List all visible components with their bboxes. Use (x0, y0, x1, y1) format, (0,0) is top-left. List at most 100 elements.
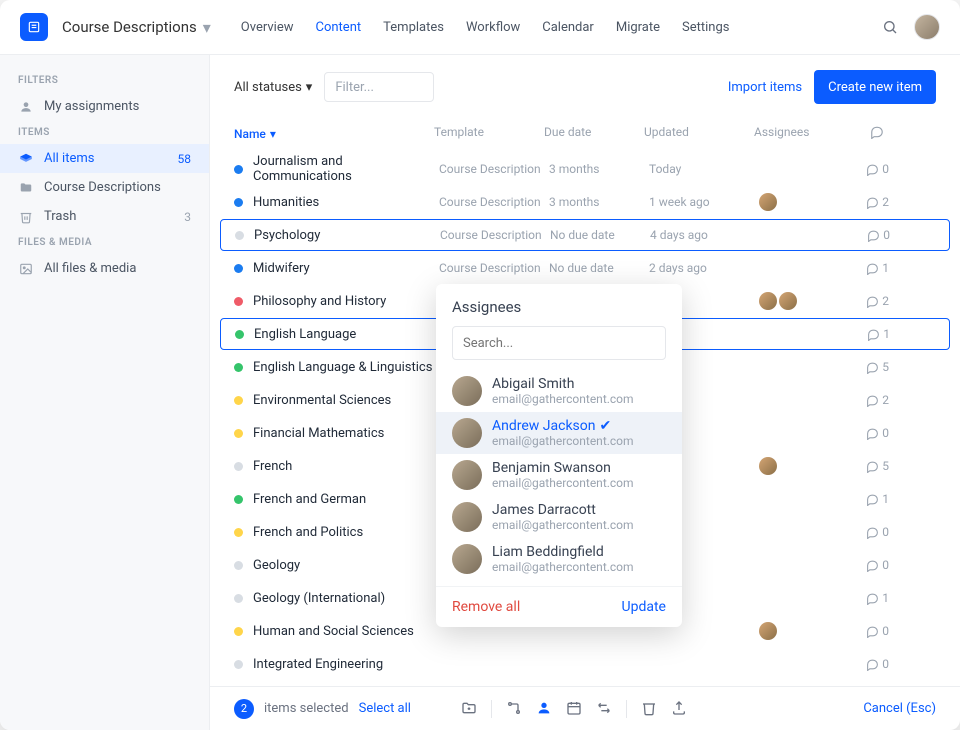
status-dot (235, 330, 244, 339)
column-assignees[interactable]: Assignees (754, 125, 844, 142)
sidebar-item-my-assignments[interactable]: My assignments (0, 92, 209, 121)
row-comments[interactable]: 5 (849, 459, 889, 473)
row-template: Course Description (439, 195, 549, 209)
row-name: Geology (253, 558, 439, 573)
calendar-icon[interactable] (566, 700, 582, 718)
row-template: Course Description (440, 228, 550, 242)
sidebar-item-label: My assignments (44, 99, 139, 114)
remove-all-button[interactable]: Remove all (452, 599, 520, 615)
status-dot (234, 165, 243, 174)
status-dot (234, 363, 243, 372)
sidebar-item-label: Trash (44, 209, 76, 224)
status-dot (235, 231, 244, 240)
sidebar-item-files[interactable]: All files & media (0, 254, 209, 283)
status-dot (234, 462, 243, 471)
row-updated: 2 days ago (649, 261, 759, 275)
row-comments[interactable]: 0 (849, 624, 889, 638)
sort-desc-icon: ▾ (270, 127, 276, 141)
row-comments[interactable]: 2 (849, 195, 889, 209)
assignee-icon[interactable] (536, 700, 552, 718)
sidebar-item-course-descriptions[interactable]: Course Descriptions (0, 173, 209, 202)
row-name: English Language & Linguistics (253, 360, 439, 375)
assignee-option[interactable]: Benjamin Swansonemail@gathercontent.com (436, 454, 682, 496)
duplicate-icon[interactable] (596, 700, 612, 718)
workflow-icon[interactable] (506, 700, 522, 718)
row-comments[interactable]: 0 (850, 228, 890, 242)
tab-calendar[interactable]: Calendar (542, 20, 594, 35)
assignees-popover: Assignees Abigail Smithemail@gatherconte… (436, 284, 682, 627)
row-comments[interactable]: 2 (849, 294, 889, 308)
assignee-option[interactable]: Liam Beddingfieldemail@gathercontent.com (436, 538, 682, 580)
table-row[interactable]: MidwiferyCourse DescriptionNo due date2 … (220, 252, 950, 284)
folder-move-icon[interactable] (461, 700, 477, 718)
status-filter[interactable]: All statuses ▾ (234, 80, 312, 95)
project-name[interactable]: Course Descriptions (62, 18, 197, 36)
chevron-down-icon[interactable]: ▾ (203, 18, 211, 37)
row-name: Psychology (254, 228, 440, 243)
row-due: 3 months (549, 162, 649, 176)
check-icon: ✔ (600, 418, 612, 434)
row-comments[interactable]: 1 (850, 327, 890, 341)
tab-workflow[interactable]: Workflow (466, 20, 520, 35)
table-row[interactable]: Journalism and CommunicationsCourse Desc… (220, 153, 950, 185)
row-comments[interactable]: 0 (849, 657, 889, 671)
row-name: Financial Mathematics (253, 426, 439, 441)
row-comments[interactable]: 1 (849, 591, 889, 605)
popover-title: Assignees (436, 298, 682, 326)
column-comments[interactable] (844, 125, 884, 142)
filter-input[interactable] (324, 72, 434, 102)
person-email: email@gathercontent.com (492, 560, 634, 574)
row-comments[interactable]: 0 (849, 426, 889, 440)
tab-overview[interactable]: Overview (241, 20, 294, 35)
column-template[interactable]: Template (434, 125, 544, 142)
assignee-search-input[interactable] (452, 326, 666, 360)
table-row[interactable]: Integrated Engineering 0 (220, 648, 950, 680)
tab-settings[interactable]: Settings (682, 20, 729, 35)
column-name[interactable]: Name ▾ (234, 125, 434, 142)
cancel-link[interactable]: Cancel (Esc) (863, 701, 936, 716)
update-button[interactable]: Update (622, 599, 666, 615)
row-comments[interactable]: 0 (849, 525, 889, 539)
import-items-link[interactable]: Import items (728, 80, 802, 95)
row-comments[interactable]: 2 (849, 393, 889, 407)
row-name: Midwifery (253, 261, 439, 276)
assignee-option[interactable]: Abigail Smithemail@gathercontent.com (436, 370, 682, 412)
sidebar-item-trash[interactable]: Trash 3 (0, 202, 209, 231)
row-comments[interactable]: 1 (849, 492, 889, 506)
row-comments[interactable]: 5 (849, 360, 889, 374)
search-icon[interactable] (882, 19, 898, 35)
row-name: French (253, 459, 439, 474)
sidebar-item-label: Course Descriptions (44, 180, 161, 195)
select-all-link[interactable]: Select all (359, 701, 411, 716)
row-comments[interactable]: 0 (849, 162, 889, 176)
assignee-option[interactable]: James Darracottemail@gathercontent.com (436, 496, 682, 538)
table-row[interactable]: PsychologyCourse DescriptionNo due date4… (220, 219, 950, 251)
trash-icon (18, 210, 34, 224)
tab-migrate[interactable]: Migrate (616, 20, 660, 35)
person-name: Liam Beddingfield (492, 544, 634, 560)
tab-content[interactable]: Content (316, 20, 362, 35)
sidebar-label-filters: FILTERS (0, 69, 209, 92)
tab-templates[interactable]: Templates (383, 20, 444, 35)
row-name: Journalism and Communications (253, 154, 439, 184)
create-new-item-button[interactable]: Create new item (814, 70, 936, 104)
assignee-option[interactable]: Andrew Jackson ✔email@gathercontent.com (436, 412, 682, 454)
column-updated[interactable]: Updated (644, 125, 754, 142)
sidebar-item-label: All files & media (44, 261, 136, 276)
person-name: Benjamin Swanson (492, 460, 634, 476)
row-comments[interactable]: 1 (849, 261, 889, 275)
trash-icon[interactable] (641, 700, 657, 718)
bulk-actions (461, 700, 687, 718)
user-avatar[interactable] (914, 14, 940, 40)
avatar (452, 418, 482, 448)
sidebar-item-all-items[interactable]: All items 58 (0, 144, 209, 173)
person-icon (18, 100, 34, 114)
row-assignees (759, 292, 849, 310)
row-name: Humanities (253, 195, 439, 210)
row-comments[interactable]: 0 (849, 558, 889, 572)
column-due[interactable]: Due date (544, 125, 644, 142)
export-icon[interactable] (671, 700, 687, 718)
avatar (452, 502, 482, 532)
table-row[interactable]: HumanitiesCourse Description3 months1 we… (220, 186, 950, 218)
row-template: Course Description (439, 162, 549, 176)
